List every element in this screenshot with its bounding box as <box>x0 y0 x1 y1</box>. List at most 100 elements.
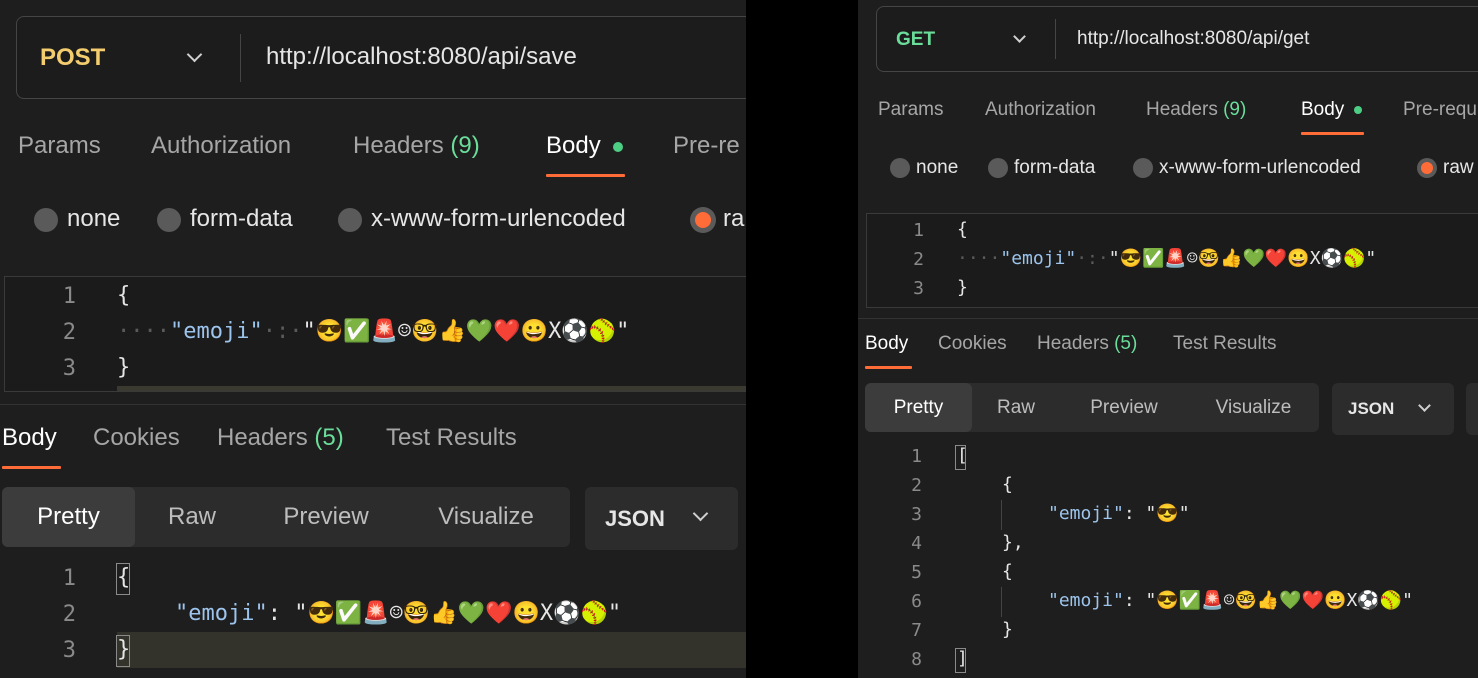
tab-params[interactable]: Params <box>878 99 943 121</box>
response-tab-test-results[interactable]: Test Results <box>1173 333 1276 355</box>
view-visualize[interactable]: Visualize <box>422 487 550 547</box>
body-modified-dot <box>1353 105 1362 114</box>
code-line: } <box>117 637 131 662</box>
tab-pre-request[interactable]: Pre-re <box>673 132 740 160</box>
radio-urlencoded-circle <box>338 207 362 232</box>
response-tab-test-results[interactable]: Test Results <box>386 424 517 452</box>
tab-pre-request[interactable]: Pre-requ <box>1403 99 1477 121</box>
line-number: 8 <box>911 649 922 670</box>
response-tab-body[interactable]: Body <box>2 424 57 452</box>
body-modified-dot <box>613 141 624 152</box>
response-tab-headers[interactable]: Headers (5) <box>217 424 344 452</box>
view-pretty[interactable]: Pretty <box>865 383 972 432</box>
radio-raw[interactable]: ra <box>690 205 744 233</box>
left-postman-window: POST http://localhost:8080/api/save Para… <box>0 0 746 678</box>
radio-urlencoded-label: x-www-form-urlencoded <box>1159 157 1361 178</box>
url-input[interactable]: http://localhost:8080/api/save <box>266 43 577 71</box>
line-number: 3 <box>62 638 76 663</box>
radio-urlencoded[interactable]: x-www-form-urlencoded <box>338 205 626 233</box>
indent-guide <box>1001 587 1002 617</box>
response-tab-indicator <box>2 466 61 469</box>
radio-form-data[interactable]: form-data <box>988 157 1095 179</box>
json-value: "😎✅🚨☺🤓👍💚❤️😀X⚽🥎" <box>1108 248 1377 269</box>
format-select[interactable]: JSON <box>585 487 738 550</box>
active-tab-indicator <box>1301 132 1364 135</box>
code-line: } <box>957 277 968 298</box>
right-postman-window: GET http://localhost:8080/api/get Params… <box>858 0 1478 678</box>
code-line: } <box>1002 619 1013 640</box>
radio-form-data[interactable]: form-data <box>157 205 293 233</box>
response-tab-body[interactable]: Body <box>865 333 908 355</box>
radio-raw-label: ra <box>723 205 745 232</box>
json-separator: : <box>1123 503 1146 524</box>
json-separator: : <box>267 601 295 626</box>
view-raw[interactable]: Raw <box>982 383 1050 432</box>
line-number: 1 <box>913 220 924 241</box>
response-tab-headers[interactable]: Headers (5) <box>1037 333 1137 355</box>
view-preview[interactable]: Preview <box>266 487 386 547</box>
current-line-highlight <box>117 632 746 668</box>
view-raw[interactable]: Raw <box>150 487 234 547</box>
tab-params[interactable]: Params <box>18 132 101 160</box>
radio-raw[interactable]: raw <box>1417 157 1474 179</box>
headers-count: (9) <box>1223 99 1247 120</box>
line-number: 6 <box>911 591 922 612</box>
radio-none-circle <box>34 207 58 232</box>
method-select[interactable]: POST <box>40 44 105 72</box>
url-input[interactable]: http://localhost:8080/api/get <box>1077 28 1309 50</box>
code-line: } <box>117 355 131 380</box>
tab-body[interactable]: Body <box>546 132 624 160</box>
tab-body-label: Body <box>546 132 601 159</box>
radio-raw-circle <box>1417 157 1437 178</box>
line-number: 4 <box>911 533 922 554</box>
tab-headers[interactable]: Headers (9) <box>1146 99 1246 121</box>
url-divider <box>1055 19 1056 59</box>
section-divider <box>0 404 746 405</box>
code-line: [ <box>957 445 968 466</box>
response-headers-count: (5) <box>314 424 344 451</box>
view-preview[interactable]: Preview <box>1076 383 1172 432</box>
tab-body[interactable]: Body <box>1301 99 1362 121</box>
line-number: 7 <box>911 620 922 641</box>
tab-headers-label: Headers <box>1146 99 1218 120</box>
response-headers-label: Headers <box>217 424 308 451</box>
format-select[interactable]: JSON <box>1332 383 1454 435</box>
radio-raw-label: raw <box>1443 157 1474 178</box>
format-label: JSON <box>1348 399 1395 418</box>
indent-guide <box>1001 500 1002 530</box>
radio-none-circle <box>890 157 910 178</box>
url-divider <box>240 34 241 82</box>
radio-none[interactable]: none <box>34 205 120 233</box>
method-select[interactable]: GET <box>896 29 935 51</box>
json-key: "emoji" <box>175 601 268 626</box>
line-number: 3 <box>911 504 922 525</box>
code-line: "emoji": "😎✅🚨☺🤓👍💚❤️😀X⚽🥎" <box>175 601 621 626</box>
editor-scrollbar[interactable] <box>117 386 746 391</box>
json-key: "emoji" <box>1048 590 1124 611</box>
line-number: 3 <box>62 356 76 381</box>
code-line: }, <box>1002 532 1024 553</box>
line-number: 2 <box>911 475 922 496</box>
response-headers-label: Headers <box>1037 333 1109 354</box>
line-number: 1 <box>911 446 922 467</box>
more-options-button[interactable] <box>1466 383 1478 435</box>
json-value: "😎✅🚨☺🤓👍💚❤️😀X⚽🥎" <box>294 601 622 626</box>
tab-authorization[interactable]: Authorization <box>985 99 1096 121</box>
line-number: 5 <box>911 562 922 583</box>
response-tab-cookies[interactable]: Cookies <box>938 333 1007 355</box>
response-tab-indicator <box>865 366 912 369</box>
json-separator: : <box>1123 590 1146 611</box>
code-line: "emoji": "😎" <box>1048 503 1190 524</box>
view-visualize[interactable]: Visualize <box>1202 383 1305 432</box>
section-divider <box>858 318 1478 319</box>
radio-none[interactable]: none <box>890 157 958 179</box>
whitespace-dots: ···· <box>957 248 1001 269</box>
response-tab-cookies[interactable]: Cookies <box>93 424 180 452</box>
radio-urlencoded[interactable]: x-www-form-urlencoded <box>1133 157 1361 179</box>
code-line: ····"emoji"·:·"😎✅🚨☺🤓👍💚❤️😀X⚽🥎" <box>957 248 1376 269</box>
view-pretty[interactable]: Pretty <box>2 487 135 547</box>
radio-form-data-circle <box>988 157 1008 178</box>
tab-headers[interactable]: Headers (9) <box>353 132 480 160</box>
radio-urlencoded-circle <box>1133 157 1153 178</box>
tab-authorization[interactable]: Authorization <box>151 132 291 160</box>
